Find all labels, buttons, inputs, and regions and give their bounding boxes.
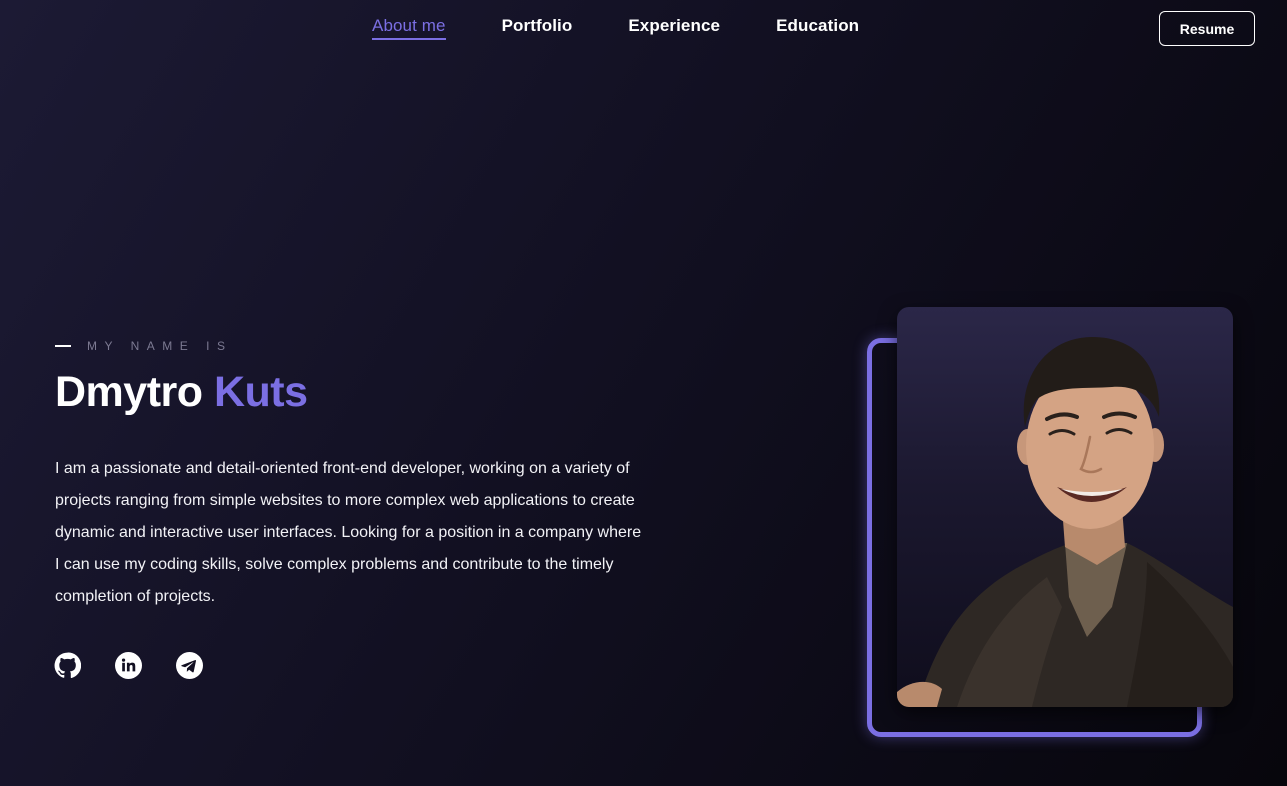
nav-link-about-me[interactable]: About me [372,16,446,40]
eyebrow-dash [55,345,71,347]
eyebrow-text: MY NAME IS [87,339,233,353]
resume-button[interactable]: Resume [1159,11,1255,46]
telegram-icon[interactable] [176,652,203,679]
linkedin-icon[interactable] [115,652,142,679]
hero-name: Dmytro Kuts [55,368,308,417]
profile-photo [897,307,1233,707]
nav-link-portfolio[interactable]: Portfolio [502,16,573,40]
top-nav: About me Portfolio Experience Education … [0,0,1287,56]
nav-link-experience[interactable]: Experience [628,16,720,40]
last-name: Kuts [213,368,308,416]
nav-link-education[interactable]: Education [776,16,859,40]
social-links [54,652,203,679]
first-name: Dmytro [55,368,203,416]
github-icon[interactable] [54,652,82,679]
eyebrow: MY NAME IS [55,339,232,353]
nav-links: About me Portfolio Experience Education [372,16,859,40]
bio-text: I am a passionate and detail-oriented fr… [55,460,642,605]
